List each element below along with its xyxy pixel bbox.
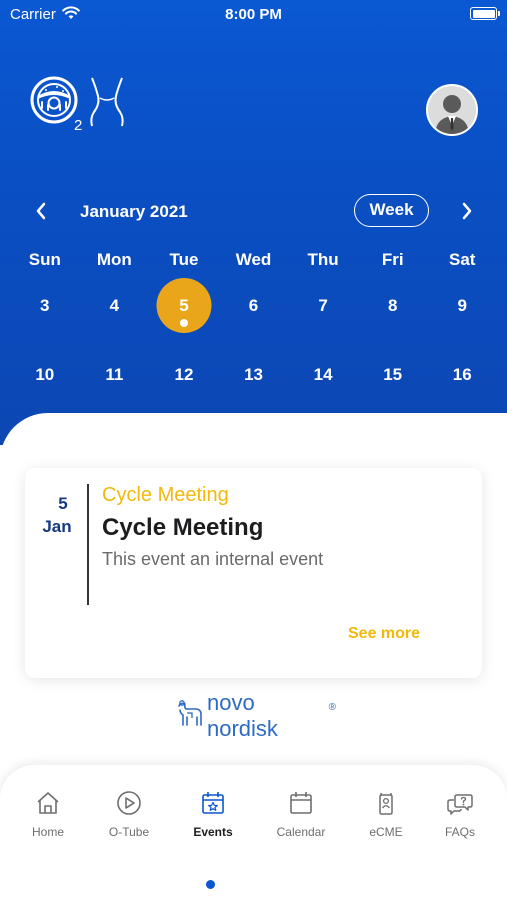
app-logo: 2 bbox=[30, 72, 130, 134]
tab-home[interactable]: Home bbox=[13, 790, 83, 839]
calendar-day[interactable]: 11 bbox=[80, 347, 150, 402]
event-type: Cycle Meeting bbox=[102, 484, 229, 506]
weekday-header: Sun Mon Tue Wed Thu Fri Sat bbox=[10, 250, 497, 270]
month-title: January 2021 bbox=[80, 202, 188, 221]
calendar-day[interactable]: 7 bbox=[288, 278, 358, 333]
calendar-day[interactable]: 12 bbox=[149, 347, 219, 402]
tab-calendar[interactable]: Calendar bbox=[266, 790, 336, 839]
tab-o-tube[interactable]: O-Tube bbox=[94, 790, 164, 839]
event-description: This event an internal event bbox=[102, 549, 324, 569]
weekday-label: Fri bbox=[381, 250, 404, 269]
calendar-day[interactable]: 14 bbox=[288, 347, 358, 402]
tab-events[interactable]: Events bbox=[178, 790, 248, 839]
calendar-day[interactable]: 3 bbox=[10, 278, 80, 333]
event-month: Jan bbox=[42, 517, 72, 536]
tab-ecme[interactable]: eCME bbox=[351, 790, 421, 839]
page-indicator-dot bbox=[206, 880, 215, 889]
chevron-left-icon[interactable] bbox=[30, 198, 52, 224]
calendar-day[interactable]: 16 bbox=[427, 347, 497, 402]
event-card[interactable]: 5 Jan Cycle Meeting Cycle Meeting This e… bbox=[25, 468, 482, 678]
play-icon bbox=[94, 790, 164, 820]
svg-text:2: 2 bbox=[74, 117, 82, 132]
weekday-label: Sat bbox=[449, 250, 476, 269]
weekday-label: Thu bbox=[307, 250, 339, 269]
event-day: 5 bbox=[58, 494, 68, 513]
calendar-day[interactable]: 10 bbox=[10, 347, 80, 402]
event-indicator-dot bbox=[179, 319, 188, 327]
week-view-button[interactable]: Week bbox=[354, 194, 429, 227]
calendar-day[interactable]: 8 bbox=[358, 278, 428, 333]
novo-nordisk-logo: novo nordisk ® bbox=[176, 690, 336, 741]
calendar-week: 10 11 12 13 14 15 16 bbox=[10, 347, 497, 402]
calendar-header: January 2021 Week bbox=[0, 194, 507, 228]
chat-question-icon bbox=[425, 790, 495, 820]
calendar-star-icon bbox=[178, 790, 248, 820]
tab-faqs[interactable]: FAQs bbox=[425, 790, 495, 839]
home-icon bbox=[13, 790, 83, 820]
see-more-link[interactable]: See more bbox=[348, 625, 420, 643]
status-time: 8:00 PM bbox=[225, 6, 282, 23]
calendar-day-selected[interactable]: 5 bbox=[149, 278, 219, 333]
calendar-day[interactable]: 15 bbox=[358, 347, 428, 402]
bottom-tab-bar: Home O-Tube Events Calendar eCME FAQs bbox=[0, 765, 507, 900]
calendar-day[interactable]: 9 bbox=[427, 278, 497, 333]
weekday-label: Tue bbox=[169, 250, 199, 269]
badge-icon bbox=[351, 790, 421, 820]
battery-icon bbox=[470, 7, 500, 20]
event-divider bbox=[87, 484, 89, 605]
chevron-right-icon[interactable] bbox=[456, 198, 478, 224]
apis-bull-icon bbox=[176, 699, 204, 734]
calendar-day[interactable]: 6 bbox=[219, 278, 289, 333]
calendar-day[interactable]: 4 bbox=[80, 278, 150, 333]
status-bar: Carrier 8:00 PM bbox=[0, 0, 507, 30]
calendar-week: 3 4 5 6 7 8 9 bbox=[10, 278, 497, 333]
calendar-day[interactable]: 13 bbox=[219, 347, 289, 402]
profile-avatar[interactable] bbox=[426, 84, 478, 136]
weekday-label: Wed bbox=[235, 250, 272, 269]
brand-name: novo nordisk bbox=[207, 690, 278, 741]
calendar-icon bbox=[266, 790, 336, 820]
brand-registered-mark: ® bbox=[328, 701, 336, 713]
weekday-label: Mon bbox=[96, 250, 132, 269]
event-title: Cycle Meeting bbox=[102, 514, 264, 541]
weekday-label: Sun bbox=[28, 250, 61, 269]
